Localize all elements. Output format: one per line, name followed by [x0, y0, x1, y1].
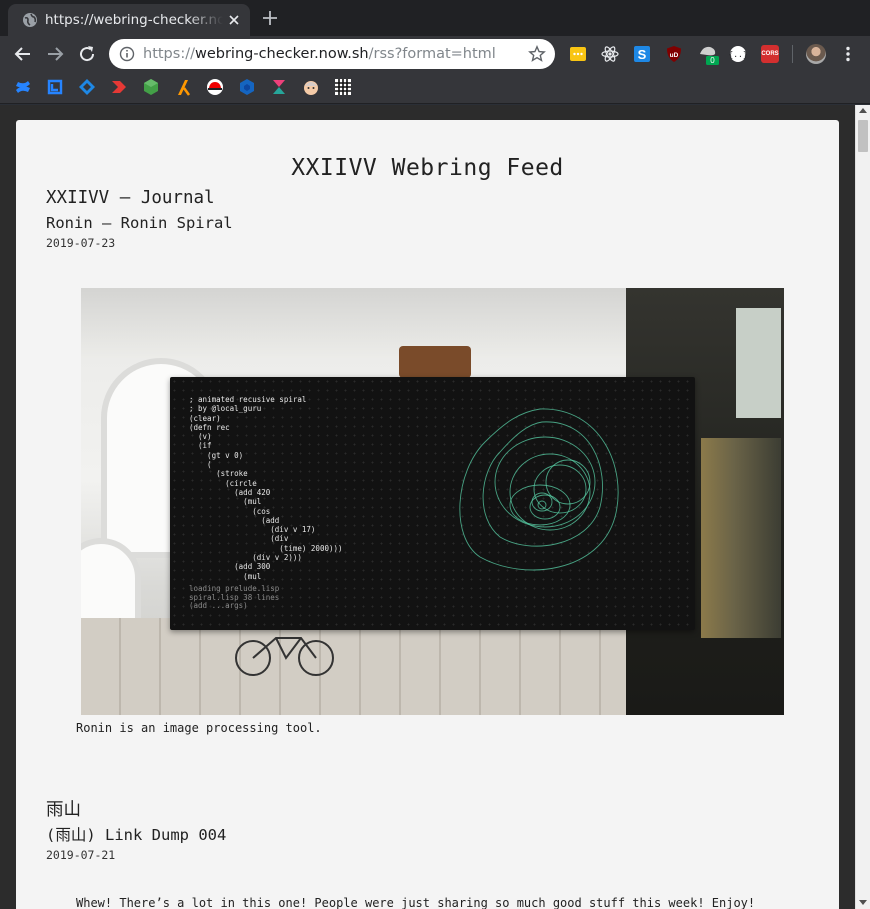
jira-software-bookmark-icon[interactable]	[46, 78, 64, 96]
url-host: webring-checker.now.sh	[194, 46, 369, 62]
room-lamp	[399, 346, 471, 378]
react-devtools-icon[interactable]	[601, 45, 619, 63]
cookie-extension-icon[interactable]: 0	[697, 43, 719, 65]
entry-title[interactable]: (雨山) Link Dump 004	[46, 825, 226, 845]
entry-title[interactable]: Ronin — Ronin Spiral	[46, 213, 233, 233]
s-extension-icon[interactable]: S	[633, 45, 651, 63]
scroll-down-arrow[interactable]	[859, 900, 867, 905]
new-tab-icon[interactable]	[260, 8, 280, 28]
browser-tab[interactable]: https://webring-checker.now.sh/rss?forma…	[8, 4, 250, 36]
toolbar-separator	[792, 45, 793, 63]
ronin-status-log: loading prelude.lisp spiral.lisp 38 line…	[189, 584, 280, 611]
room-right-window	[736, 308, 781, 418]
close-tab-icon[interactable]	[226, 12, 242, 28]
ronin-spiral-render	[459, 408, 619, 571]
cors-label: CORS	[761, 51, 779, 57]
forward-icon[interactable]	[43, 42, 67, 66]
svg-text:S: S	[638, 47, 647, 62]
blue-cube-bookmark-icon[interactable]	[238, 78, 256, 96]
redhat-bookmark-icon[interactable]	[206, 78, 224, 96]
jira-bookmark-icon[interactable]	[78, 78, 96, 96]
bookmark-star-icon[interactable]	[528, 45, 546, 63]
page-viewport: XXIIVV Webring Feed XXIIVV — Journal Ron…	[0, 105, 855, 909]
notes-extension-icon[interactable]	[569, 45, 587, 63]
url-scheme: https://	[143, 46, 195, 62]
json-formatter-icon[interactable]: {..}	[729, 45, 747, 63]
tab-title: https://webring-checker.now.sh/rss?forma…	[45, 12, 223, 28]
cors-extension-icon[interactable]: CORS	[761, 45, 779, 63]
url-text[interactable]: https://webring-checker.now.sh/rss?forma…	[143, 45, 496, 63]
ronin-spiral-image: ; animated recusive spiral ; by @local_g…	[81, 288, 784, 715]
teal-k-bookmark-icon[interactable]	[270, 78, 288, 96]
back-icon[interactable]	[11, 42, 35, 66]
confluence-bookmark-icon[interactable]	[14, 78, 32, 96]
green-cube-bookmark-icon[interactable]	[142, 78, 160, 96]
globe-icon	[23, 13, 37, 27]
scroll-thumb[interactable]	[858, 120, 868, 152]
face-bookmark-icon[interactable]	[302, 78, 320, 96]
page-scrollbar[interactable]	[855, 105, 870, 909]
red-arrow-bookmark-icon[interactable]	[110, 78, 128, 96]
ublock-origin-icon[interactable]: uD	[665, 45, 683, 63]
page-title: XXIIVV Webring Feed	[291, 155, 564, 181]
scroll-up-arrow[interactable]	[859, 108, 867, 113]
svg-text:uD: uD	[670, 52, 679, 59]
site-info-icon[interactable]	[119, 46, 135, 62]
more-menu-icon[interactable]	[838, 44, 858, 64]
profile-avatar[interactable]	[806, 44, 826, 64]
entry-date: 2019-07-21	[46, 848, 116, 862]
url-path: /rss?format=html	[368, 46, 496, 62]
browser-toolbar: https://webring-checker.now.sh/rss?forma…	[0, 36, 870, 72]
entry-source[interactable]: 雨山	[46, 799, 81, 821]
ronin-app-window: ; animated recusive spiral ; by @local_g…	[170, 377, 695, 630]
ronin-code-editor: ; animated recusive spiral ; by @local_g…	[189, 395, 343, 581]
address-bar[interactable]: https://webring-checker.now.sh/rss?forma…	[109, 39, 555, 69]
entry-caption: Ronin is an image processing tool.	[76, 721, 322, 735]
orange-lambda-bookmark-icon[interactable]	[174, 78, 192, 96]
svg-text:{..}: {..}	[729, 50, 747, 59]
room-folding-screen	[701, 438, 781, 638]
entry-date: 2019-07-23	[46, 236, 116, 250]
entry-source[interactable]: XXIIVV — Journal	[46, 187, 215, 209]
reload-icon[interactable]	[75, 42, 99, 66]
tab-strip: https://webring-checker.now.sh/rss?forma…	[0, 0, 870, 36]
feed-card: XXIIVV Webring Feed XXIIVV — Journal Ron…	[16, 120, 839, 909]
grid-bookmark-icon[interactable]	[334, 78, 352, 96]
bookmarks-bar	[0, 72, 870, 104]
entry-excerpt: Whew! There’s a lot in this one! People …	[76, 896, 756, 909]
extension-badge: 0	[710, 56, 715, 65]
